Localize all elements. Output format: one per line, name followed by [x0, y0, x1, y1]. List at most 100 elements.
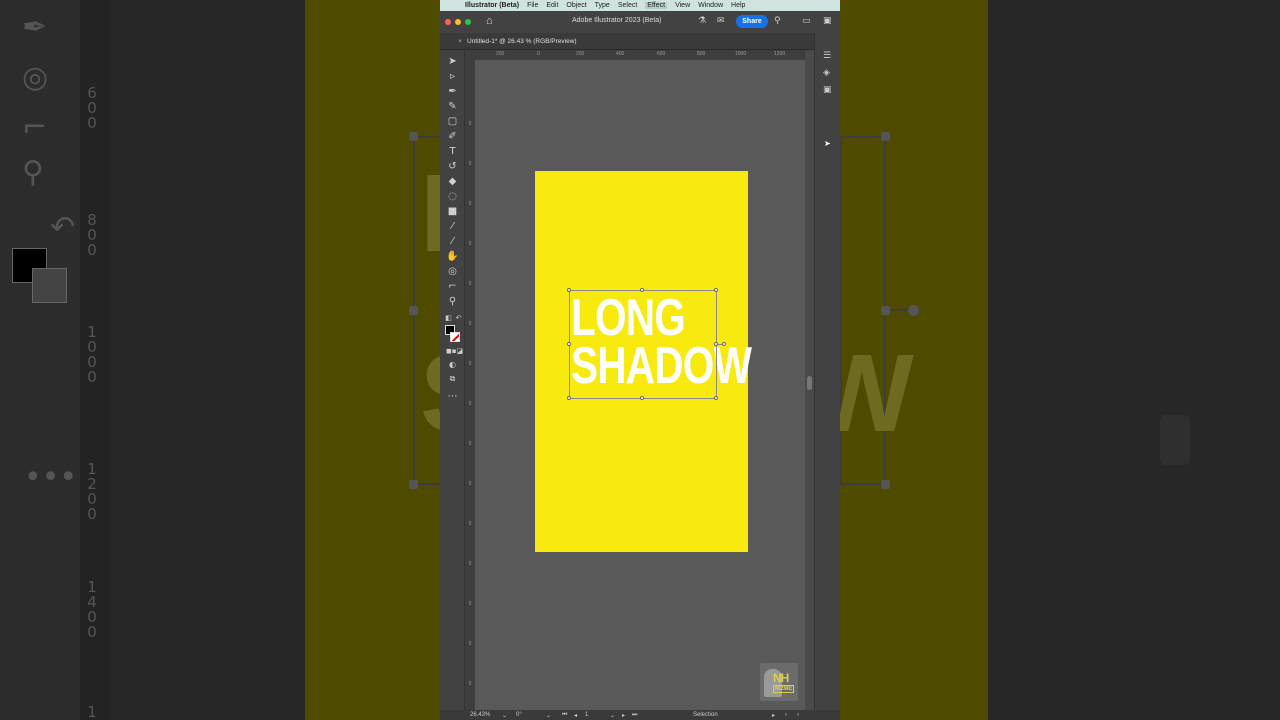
document-tabbar: × Untitled-1* @ 26.43 % (RGB/Preview)	[440, 33, 840, 50]
background-handle	[409, 306, 418, 315]
rotation-value[interactable]: 0°	[516, 712, 522, 718]
background-handle	[409, 480, 418, 489]
libraries-icon[interactable]: ▣	[823, 85, 832, 95]
curvature-tool-icon[interactable]: ✎	[446, 100, 459, 113]
chevron-down-icon[interactable]: ⌄	[610, 712, 615, 719]
previous-artboard-icon[interactable]: ◂	[574, 712, 577, 719]
blend-tool-icon[interactable]: ⁄	[446, 235, 459, 248]
shape-builder-tool-icon[interactable]: ◎	[446, 265, 459, 278]
layers-icon[interactable]: ◈	[823, 68, 830, 78]
bounding-box-handle[interactable]	[640, 288, 644, 292]
eraser-tool-icon[interactable]: ◆	[446, 175, 459, 188]
lasso-tool-icon[interactable]: ◌	[446, 190, 459, 203]
home-icon[interactable]: ⌂	[486, 15, 493, 27]
menu-app[interactable]: Illustrator (Beta)	[465, 2, 519, 9]
status-bar: 26.43% ⌄ 0° ⌄ ⏮ ◂ 1 ⌄ ▸ ⏭ Selection ▸ ‹ …	[440, 710, 840, 720]
background-handle	[881, 306, 890, 315]
scroll-left-icon[interactable]: ‹	[785, 712, 787, 718]
menu-file[interactable]: File	[527, 2, 538, 9]
puppet-warp-tool-icon[interactable]: ✋	[446, 250, 459, 263]
first-artboard-icon[interactable]: ⏮	[562, 712, 567, 719]
background-toolbar	[0, 0, 80, 720]
ruler-label: 200	[576, 51, 585, 57]
minimize-window-button[interactable]	[455, 19, 461, 25]
swap-icon: ↶	[50, 210, 76, 245]
menu-select[interactable]: Select	[618, 2, 637, 9]
background-rotate-handle	[890, 309, 910, 311]
ruler-label: 0	[468, 681, 472, 687]
scrollbar-thumb[interactable]	[807, 376, 812, 390]
vertical-scrollbar[interactable]	[805, 50, 814, 710]
gradient-tool-icon[interactable]: ■	[446, 205, 459, 218]
background-artboard-left: L S	[305, 0, 493, 720]
bounding-box-handle[interactable]	[714, 288, 718, 292]
menu-edit[interactable]: Edit	[546, 2, 558, 9]
rectangle-tool-icon[interactable]: ▢	[446, 115, 459, 128]
menu-window[interactable]: Window	[698, 2, 723, 9]
ruler-label: 0	[468, 481, 472, 487]
bg-ruler-label: 0	[87, 114, 97, 132]
artboard-tool-icon[interactable]: ⌐	[446, 280, 459, 293]
type-tool-icon[interactable]: T	[446, 145, 459, 158]
beta-flask-icon[interactable]: ⚗	[698, 16, 706, 26]
bounding-box-handle[interactable]	[640, 396, 644, 400]
bounding-box-handle[interactable]	[567, 396, 571, 400]
eyedropper-tool-icon[interactable]: ⁄	[446, 220, 459, 233]
more-tools-icon[interactable]: ⋯	[446, 390, 459, 403]
window-controls	[445, 19, 475, 25]
share-button[interactable]: Share	[736, 15, 768, 28]
background-rotate-knob	[908, 305, 919, 316]
background-left-panel: ✒ ◎ ⌐ ⚲ ↶ ••• 6 0 0 8 0 0 1 0 0 0 1 2 0 …	[0, 0, 305, 720]
last-artboard-icon[interactable]: ⏭	[632, 712, 637, 719]
ruler-label: 0	[468, 561, 472, 567]
ruler-label: 0	[468, 641, 472, 647]
menu-object[interactable]: Object	[566, 2, 586, 9]
chevron-down-icon[interactable]: ⌄	[546, 712, 551, 719]
bounding-box-handle[interactable]	[567, 342, 571, 346]
close-window-button[interactable]	[445, 19, 451, 25]
menu-effect[interactable]: Effect	[645, 2, 668, 9]
watermark-subtext: M2ME	[773, 685, 795, 693]
background-artboard-right: W	[810, 0, 988, 720]
channel-watermark: NH M2ME	[760, 663, 798, 701]
arrange-documents-icon[interactable]: ▭	[802, 16, 811, 26]
paintbrush-tool-icon[interactable]: ✐	[446, 130, 459, 143]
zoom-tool-icon[interactable]: ⚲	[446, 295, 459, 308]
workspace-icon[interactable]: ▣	[823, 16, 832, 26]
bg-ruler-label: 0	[87, 505, 97, 523]
status-arrow-icon[interactable]: ▸	[772, 712, 775, 719]
chevron-down-icon[interactable]: ⌄	[502, 712, 507, 719]
screen-mode-icon[interactable]: ⧉	[446, 372, 459, 385]
zoom-window-button[interactable]	[465, 19, 471, 25]
color-modes-icon[interactable]: ◼▪◪	[446, 345, 463, 358]
menu-view[interactable]: View	[675, 2, 690, 9]
draw-mode-icon[interactable]: ◐	[446, 358, 459, 371]
text-bounding-box[interactable]	[569, 290, 717, 399]
scroll-right-icon[interactable]: ›	[797, 712, 799, 718]
menu-type[interactable]: Type	[595, 2, 610, 9]
swap-colors-icon[interactable]: ↶	[452, 312, 465, 325]
bounding-box-handle[interactable]	[714, 396, 718, 400]
artboard-number[interactable]: 1	[585, 712, 588, 718]
more-icon: •••	[24, 460, 78, 495]
stroke-color-swatch[interactable]	[450, 332, 460, 342]
comments-icon[interactable]: ✉	[717, 16, 725, 26]
background-panel-tab	[1160, 415, 1190, 465]
direct-selection-tool-icon[interactable]: ▹	[446, 70, 459, 83]
zoom-level[interactable]: 26.43%	[470, 712, 490, 718]
selection-tool-icon[interactable]: ➤	[446, 55, 459, 68]
next-artboard-icon[interactable]: ▸	[622, 712, 625, 719]
close-tab-icon[interactable]: ×	[442, 38, 462, 45]
tab-title: Untitled-1* @ 26.43 % (RGB/Preview)	[467, 38, 577, 45]
search-icon[interactable]: ⚲	[774, 16, 781, 26]
bounding-box-handle[interactable]	[567, 288, 571, 292]
tab-untitled-1[interactable]: × Untitled-1* @ 26.43 % (RGB/Preview)	[458, 33, 577, 50]
properties-icon[interactable]: ☰	[823, 51, 831, 61]
bg-ruler-label: 1	[87, 703, 97, 720]
ruler-label: 0	[537, 51, 540, 57]
rotate-tool-icon[interactable]: ↺	[446, 160, 459, 173]
rotate-handle[interactable]	[722, 342, 726, 346]
zoom-icon: ⚲	[22, 155, 44, 190]
pen-tool-icon[interactable]: ✒	[446, 85, 459, 98]
menu-help[interactable]: Help	[731, 2, 745, 9]
